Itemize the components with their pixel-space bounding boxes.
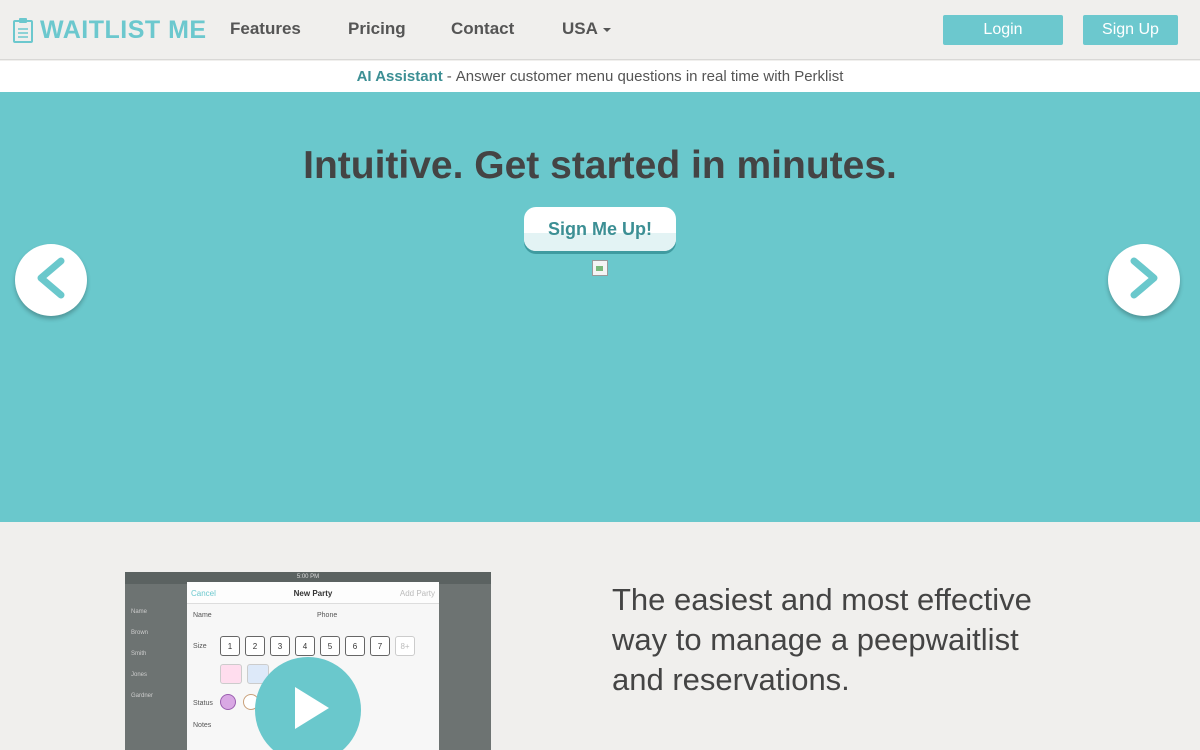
party-avatar-icon xyxy=(220,664,242,684)
demo-video-thumbnail[interactable]: 5:00 PM Name Brown Smith Jones Gardner C… xyxy=(125,572,491,750)
ipad-phone-label: Phone xyxy=(317,612,338,619)
announcement-separator: - xyxy=(446,68,452,85)
list-item: Jones xyxy=(131,672,148,678)
size-option: 1 xyxy=(220,636,240,656)
size-option: 2 xyxy=(245,636,265,656)
list-item: Smith xyxy=(131,651,147,657)
carousel-prev-button[interactable] xyxy=(15,244,87,316)
ipad-name-label: Name xyxy=(193,612,212,619)
ipad-status-label: Status xyxy=(193,700,213,707)
ipad-time: 5:00 PM xyxy=(296,574,320,580)
size-option: 5 xyxy=(320,636,340,656)
announcement-bar: AI Assistant - Answer customer menu ques… xyxy=(0,61,1200,92)
hero-title: Intuitive. Get started in minutes. xyxy=(303,144,897,187)
size-option: 8+ xyxy=(395,636,415,656)
nav-contact-link[interactable]: Contact xyxy=(451,19,514,39)
ipad-size-label: Size xyxy=(193,643,207,650)
brand-name: WAITLIST ME xyxy=(40,15,207,44)
ipad-side-list: Name Brown Smith Jones Gardner xyxy=(131,602,153,707)
hero-carousel: Intuitive. Get started in minutes. Sign … xyxy=(0,92,1200,522)
ipad-nav-bar: Cancel New Party Add Party xyxy=(187,582,439,604)
ipad-add-party: Add Party xyxy=(399,589,435,598)
list-item: Brown xyxy=(131,630,149,636)
clipboard-icon xyxy=(12,17,34,43)
login-button[interactable]: Login xyxy=(943,15,1063,45)
list-item: Gardner xyxy=(131,693,154,699)
size-option: 7 xyxy=(370,636,390,656)
chevron-right-icon xyxy=(1124,255,1164,306)
navbar: WAITLIST ME Features Pricing Contact USA… xyxy=(0,0,1200,60)
status-purple-icon xyxy=(220,694,236,710)
ipad-notes-label: Notes xyxy=(193,722,212,729)
broken-image-icon xyxy=(592,260,608,276)
signup-button[interactable]: Sign Up xyxy=(1083,15,1178,45)
play-icon xyxy=(283,683,333,738)
caret-down-icon xyxy=(602,28,611,32)
carousel-next-button[interactable] xyxy=(1108,244,1180,316)
country-label: USA xyxy=(562,19,598,38)
sign-me-up-label: Sign Me Up! xyxy=(548,218,652,239)
tagline: The easiest and most effective way to ma… xyxy=(612,582,1032,697)
nav-pricing-link[interactable]: Pricing xyxy=(348,19,406,39)
size-option: 6 xyxy=(345,636,365,656)
size-option: 4 xyxy=(295,636,315,656)
country-dropdown[interactable]: USA xyxy=(562,19,611,39)
list-item: Name xyxy=(131,609,148,615)
ai-assistant-link[interactable]: AI Assistant xyxy=(357,68,443,85)
announcement-text: Answer customer menu questions in real t… xyxy=(455,68,844,85)
sign-me-up-button[interactable]: Sign Me Up! xyxy=(524,207,676,251)
chevron-left-icon xyxy=(31,255,71,306)
nav-features-link[interactable]: Features xyxy=(230,19,301,39)
brand-logo[interactable]: WAITLIST ME xyxy=(12,14,207,46)
size-option: 3 xyxy=(270,636,290,656)
